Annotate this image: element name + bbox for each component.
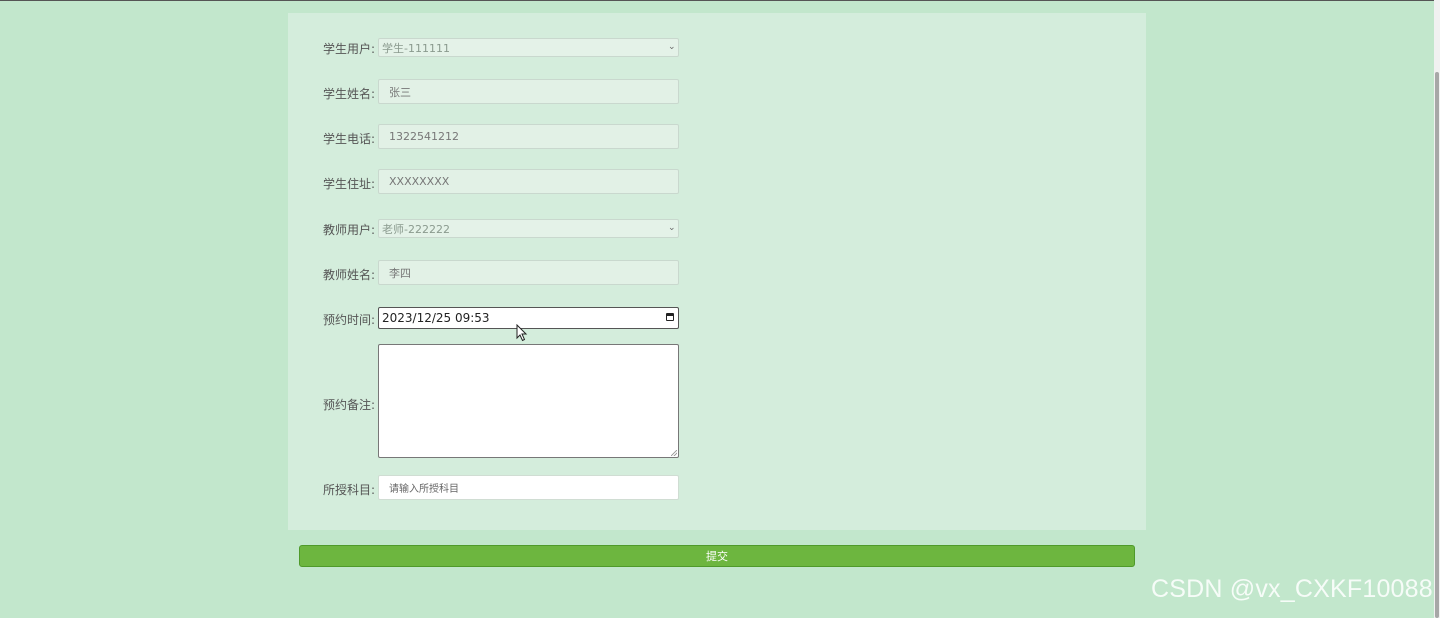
scrollbar-thumb[interactable] <box>1435 72 1439 618</box>
subject-placeholder: 请输入所授科目 <box>389 484 459 495</box>
chevron-down-icon: ⌄ <box>668 42 676 52</box>
student-user-selected-value: 学生-111111 <box>382 41 450 55</box>
mouse-pointer-icon <box>516 324 528 342</box>
student-name-field[interactable]: 张三 <box>378 79 679 104</box>
student-address-field[interactable]: XXXXXXXX <box>378 169 679 194</box>
appointment-note-label: 预约备注: <box>322 398 375 412</box>
appointment-form: 学生用户: 学生-111111 ⌄ 学生姓名: 张三 学生电话: 1322541… <box>288 13 1146 530</box>
student-phone-label: 学生电话: <box>322 132 375 146</box>
student-user-label: 学生用户: <box>322 42 375 56</box>
appointment-note-textarea[interactable] <box>378 344 679 458</box>
teacher-name-value: 李四 <box>389 266 411 280</box>
watermark: CSDN @vx_CXKF10088 <box>1151 575 1433 603</box>
appointment-time-value: 2023/12/25 09:53 <box>382 311 490 325</box>
student-name-label: 学生姓名: <box>322 87 375 101</box>
student-address-label: 学生住址: <box>322 177 375 191</box>
teacher-name-field[interactable]: 李四 <box>378 260 679 285</box>
subject-input[interactable]: 请输入所授科目 <box>378 475 679 500</box>
subject-label: 所授科目: <box>322 483 375 497</box>
teacher-user-selected-value: 老师-222222 <box>382 222 450 236</box>
calendar-icon[interactable] <box>666 313 674 321</box>
resize-handle-icon[interactable] <box>671 450 677 456</box>
student-address-value: XXXXXXXX <box>389 175 450 188</box>
submit-button[interactable]: 提交 <box>299 545 1135 567</box>
teacher-name-label: 教师姓名: <box>322 268 375 282</box>
appointment-time-picker[interactable]: 2023/12/25 09:53 <box>378 307 679 329</box>
window-top-border <box>0 0 1434 1</box>
teacher-user-label: 教师用户: <box>322 223 375 237</box>
student-user-select[interactable]: 学生-111111 ⌄ <box>378 38 679 57</box>
vertical-scrollbar[interactable] <box>1434 0 1440 618</box>
chevron-down-icon: ⌄ <box>668 223 676 233</box>
teacher-user-select[interactable]: 老师-222222 ⌄ <box>378 219 679 238</box>
appointment-time-label: 预约时间: <box>322 313 375 327</box>
student-phone-field[interactable]: 1322541212 <box>378 124 679 149</box>
submit-button-label: 提交 <box>706 550 728 563</box>
student-phone-value: 1322541212 <box>389 130 459 143</box>
student-name-value: 张三 <box>389 85 411 99</box>
